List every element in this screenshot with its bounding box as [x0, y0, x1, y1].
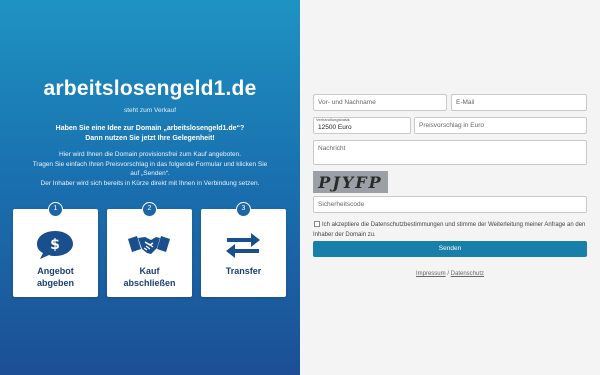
security-code-input[interactable]: Sicherheitscode	[313, 196, 587, 213]
captcha-image: PJYFP	[313, 171, 388, 193]
description-line-4: Der Inhaber wird sich bereits in Kürze d…	[40, 179, 260, 187]
step-number: 1	[48, 202, 63, 217]
handshake-icon	[128, 236, 170, 254]
link-separator: /	[447, 271, 449, 277]
contact-form: Vor- und Nachname E-Mail 12500 Euro Verh…	[300, 0, 600, 375]
name-input[interactable]: Vor- und Nachname	[313, 94, 447, 111]
step-label-line-2: abschließen	[123, 278, 176, 288]
step-label: Angebot abgeben	[13, 265, 98, 289]
consent-label: Ich akzeptiere die Datenschutzbestimmung…	[313, 222, 586, 238]
transfer-arrows-icon	[226, 233, 260, 258]
question-line-2: Dann nutzen Sie jetzt Ihre Gelegenheit!	[85, 135, 215, 142]
step-number: 2	[142, 202, 157, 217]
step-card-offer: 1 $ Angebot abgeben	[13, 202, 98, 297]
description-line-2: Tragen Sie einfach Ihren Preisvorschlag …	[32, 160, 268, 168]
footer-links: Impressum / Datenschutz	[300, 271, 600, 277]
step-label-line-2: abgeben	[36, 278, 74, 288]
send-button[interactable]: Senden	[313, 241, 587, 257]
asking-price-caption: Verhandlungsbasis	[316, 117, 350, 122]
step-card-purchase: 2 Kauf abschließen	[107, 202, 192, 297]
step-label-line-1: Transfer	[225, 266, 262, 276]
datenschutz-link[interactable]: Datenschutz	[451, 271, 484, 277]
question-text: Haben Sie eine Idee zur Domain „arbeitsl…	[0, 124, 300, 144]
for-sale-subtitle: steht zum Verkauf	[123, 107, 177, 114]
info-panel: arbeitslosengeld1.de steht zum Verkauf H…	[0, 0, 300, 375]
svg-text:$: $	[50, 237, 60, 253]
step-label: Transfer	[201, 265, 286, 277]
impressum-link[interactable]: Impressum	[416, 271, 446, 277]
message-textarea[interactable]: Nachricht	[313, 140, 587, 165]
step-card-transfer: 3 Transfer	[201, 202, 286, 297]
step-label-line-1: Kauf	[139, 266, 160, 276]
step-label: Kauf abschließen	[107, 265, 192, 289]
question-line-1: Haben Sie eine Idee zur Domain „arbeitsl…	[55, 125, 245, 132]
domain-title: arbeitslosengeld1.de	[43, 77, 257, 100]
offer-price-input[interactable]: Preisvorschlag in Euro	[414, 117, 587, 134]
description-text: Hier wird Ihnen die Domain provisionsfre…	[10, 150, 290, 188]
description-line-1: Hier wird Ihnen die Domain provisionsfre…	[58, 151, 242, 158]
step-number: 3	[236, 202, 251, 217]
description-line-3: auf „Senden“.	[130, 170, 170, 177]
dollar-speech-bubble-icon: $	[37, 231, 73, 259]
email-input[interactable]: E-Mail	[451, 94, 587, 111]
step-label-line-1: Angebot	[37, 266, 74, 276]
